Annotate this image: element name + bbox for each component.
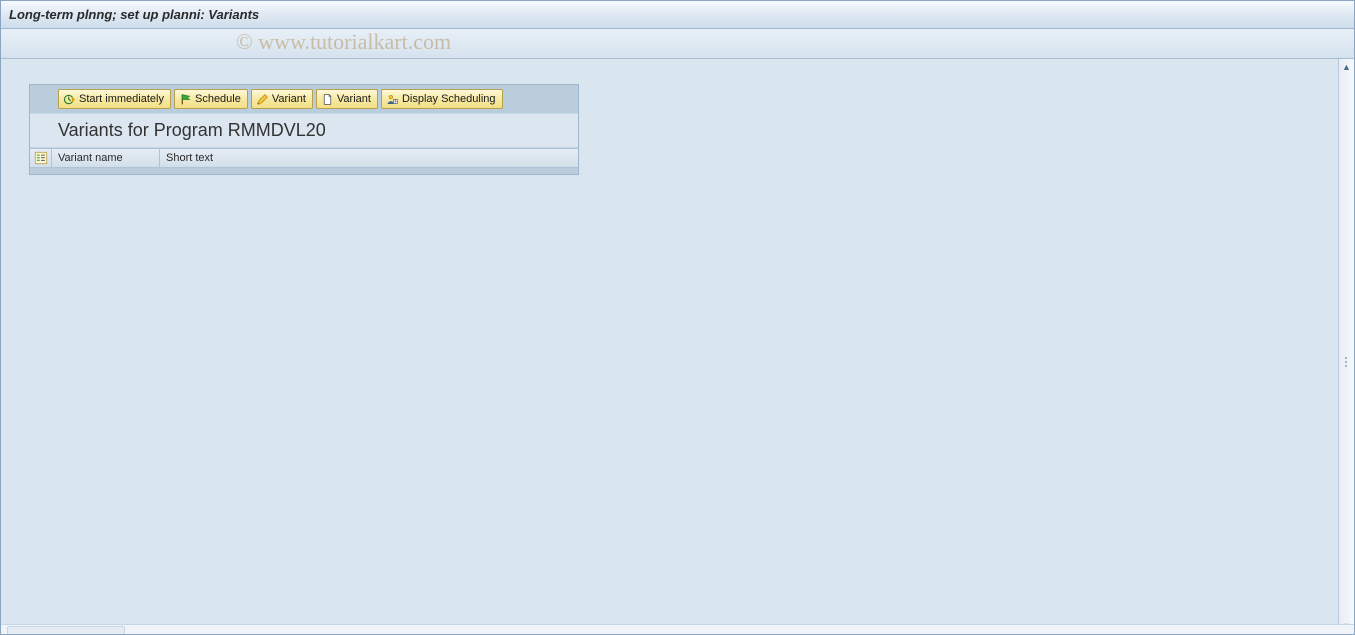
- button-label: Variant: [272, 93, 306, 105]
- scroll-up-arrow-icon[interactable]: ▲: [1341, 61, 1353, 73]
- start-immediately-button[interactable]: Start immediately: [58, 89, 171, 109]
- application-toolbar: [1, 29, 1354, 59]
- document-icon: [321, 93, 334, 106]
- schedule-button[interactable]: Schedule: [174, 89, 248, 109]
- column-header-short-text[interactable]: Short text: [160, 149, 578, 167]
- window-title: Long-term plnng; set up planni: Variants: [9, 7, 259, 22]
- display-scheduling-button[interactable]: Display Scheduling: [381, 89, 503, 109]
- flag-icon: [179, 93, 192, 106]
- select-all-cell[interactable]: [30, 149, 52, 167]
- column-header-variant-name[interactable]: Variant name: [52, 149, 160, 167]
- variant-edit-button[interactable]: Variant: [251, 89, 313, 109]
- window-titlebar: Long-term plnng; set up planni: Variants: [1, 1, 1354, 29]
- panel-toolbar: Start immediately Schedule: [30, 85, 578, 113]
- pencil-icon: [256, 93, 269, 106]
- content-scroll-area: Start immediately Schedule: [1, 59, 1338, 634]
- button-label: Start immediately: [79, 93, 164, 105]
- variant-new-button[interactable]: Variant: [316, 89, 378, 109]
- button-label: Display Scheduling: [402, 93, 496, 105]
- variants-panel: Start immediately Schedule: [29, 84, 579, 175]
- sap-window: Long-term plnng; set up planni: Variants: [0, 0, 1355, 635]
- column-header-row: Variant name Short text: [30, 148, 578, 168]
- scroll-grip-icon: [1340, 347, 1352, 377]
- button-label: Variant: [337, 93, 371, 105]
- content-area: Start immediately Schedule: [1, 59, 1354, 634]
- select-list-icon: [34, 151, 48, 165]
- button-label: Schedule: [195, 93, 241, 105]
- status-tab: [7, 626, 125, 634]
- clock-run-icon: [63, 93, 76, 106]
- vertical-scrollbar[interactable]: ▲ ▼: [1338, 59, 1354, 634]
- person-schedule-icon: [386, 93, 399, 106]
- status-bar: [1, 624, 1354, 634]
- panel-heading: Variants for Program RMMDVL20: [30, 113, 578, 148]
